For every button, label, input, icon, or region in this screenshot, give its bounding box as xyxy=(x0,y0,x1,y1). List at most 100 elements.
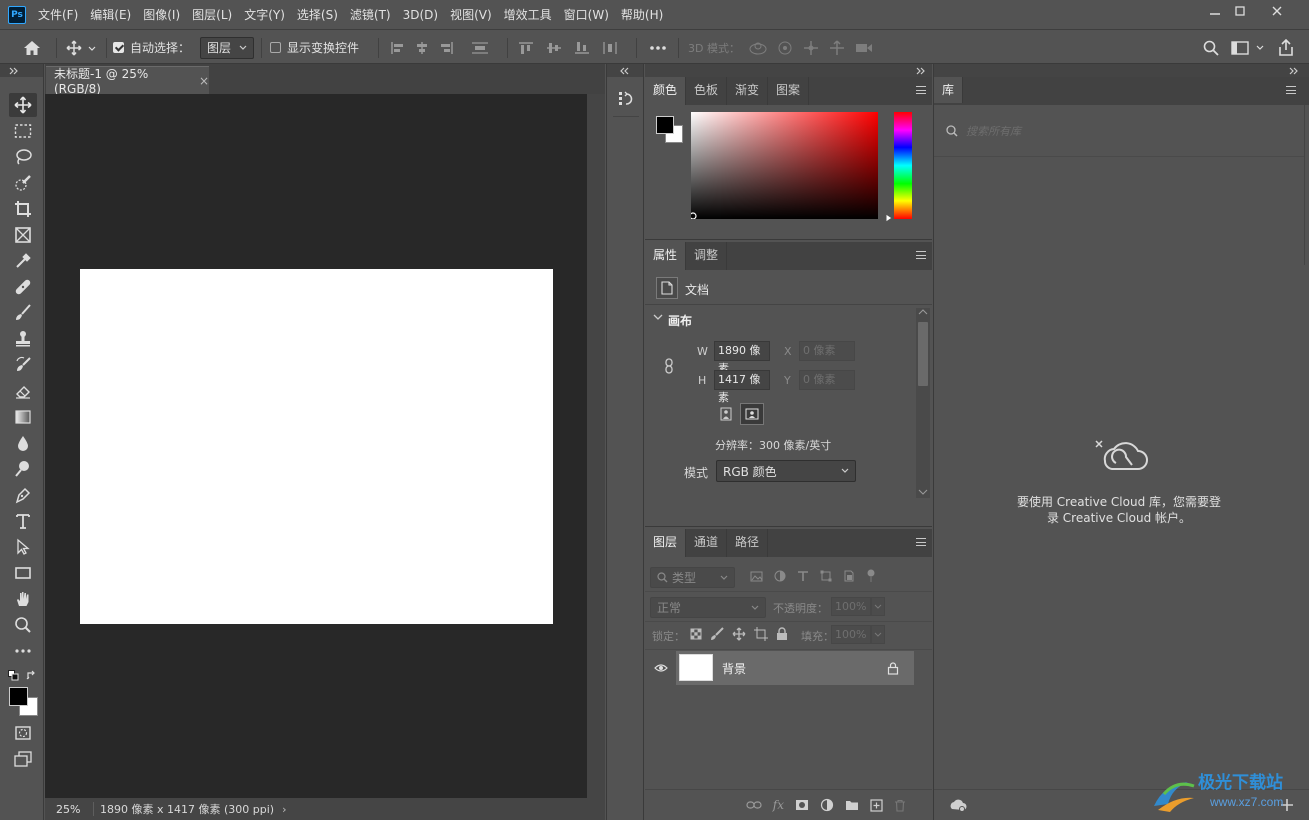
add-mask-icon[interactable] xyxy=(795,799,809,811)
tab-channels[interactable]: 通道 xyxy=(686,529,728,557)
align-top-icon[interactable] xyxy=(518,41,534,55)
zoom-tool[interactable] xyxy=(9,613,37,637)
scale-3d-camera-icon[interactable] xyxy=(854,40,874,56)
pan-3d-icon[interactable] xyxy=(802,40,820,56)
foreground-color-swatch[interactable] xyxy=(9,687,28,706)
close-tab-button[interactable]: × xyxy=(199,74,209,88)
lock-artboard-icon[interactable] xyxy=(754,627,768,641)
screen-mode-button[interactable] xyxy=(9,747,37,771)
lock-all-icon[interactable] xyxy=(776,627,788,641)
tab-libraries[interactable]: 库 xyxy=(934,77,964,103)
mini-panel-collapse-bar[interactable] xyxy=(607,64,643,77)
maximize-button[interactable] xyxy=(1223,0,1257,22)
pen-tool[interactable] xyxy=(9,483,37,507)
link-layers-icon[interactable] xyxy=(746,800,762,810)
hue-slider[interactable] xyxy=(893,112,913,219)
layer-name[interactable]: 背景 xyxy=(722,660,746,677)
quick-selection-tool[interactable] xyxy=(9,171,37,195)
vertical-scrollbar[interactable] xyxy=(587,94,605,798)
panel-foreground-swatch[interactable] xyxy=(656,116,674,134)
history-panel-button[interactable] xyxy=(615,88,637,110)
canvas-y-field[interactable]: 0 像素 xyxy=(799,370,855,390)
dodge-tool[interactable] xyxy=(9,457,37,481)
move-tool-preset[interactable] xyxy=(62,31,102,64)
new-layer-icon[interactable] xyxy=(870,798,883,812)
blur-tool[interactable] xyxy=(9,431,37,455)
auto-select-toggle[interactable]: 自动选择： xyxy=(113,31,195,64)
path-selection-tool[interactable] xyxy=(9,535,37,559)
adjustment-layer-filter-icon[interactable] xyxy=(774,570,786,582)
healing-brush-tool[interactable] xyxy=(9,275,37,299)
menu-help[interactable]: 帮助(H) xyxy=(615,0,669,30)
distribute-horizontal-icon[interactable] xyxy=(602,41,618,55)
align-center-icon[interactable] xyxy=(414,41,430,55)
document-canvas[interactable] xyxy=(80,269,553,624)
lasso-tool[interactable] xyxy=(9,145,37,169)
new-group-folder-icon[interactable] xyxy=(845,799,859,811)
swap-colors-button[interactable] xyxy=(26,670,37,681)
tab-adjustments[interactable]: 调整 xyxy=(686,242,728,270)
fill-dropdown-button[interactable] xyxy=(871,625,885,644)
document-tab[interactable]: 未标题-1 @ 25%(RGB/8) × xyxy=(46,66,209,96)
more-options-button[interactable] xyxy=(644,31,672,64)
cloud-sync-icon[interactable] xyxy=(949,798,967,812)
status-info-menu-button[interactable]: › xyxy=(282,803,286,816)
panels-collapse-bar[interactable] xyxy=(645,64,932,77)
shape-layer-filter-icon[interactable] xyxy=(820,570,832,582)
smart-object-filter-icon[interactable] xyxy=(843,570,855,582)
eraser-tool[interactable] xyxy=(9,379,37,403)
lock-position-icon[interactable] xyxy=(732,627,746,641)
menu-window[interactable]: 窗口(W) xyxy=(558,0,615,30)
tab-swatches[interactable]: 色板 xyxy=(686,77,728,105)
library-search[interactable]: 搜索所有库 xyxy=(934,105,1304,157)
layer-style-fx-icon[interactable]: fx xyxy=(773,798,784,812)
clone-stamp-tool[interactable] xyxy=(9,327,37,351)
menu-filter[interactable]: 滤镜(T) xyxy=(344,0,397,30)
align-right-icon[interactable] xyxy=(438,41,454,55)
align-middle-icon[interactable] xyxy=(546,41,562,55)
layer-row[interactable]: 背景 xyxy=(645,651,914,685)
tab-properties[interactable]: 属性 xyxy=(645,242,687,270)
menu-layer[interactable]: 图层(L) xyxy=(186,0,238,30)
default-colors-button[interactable] xyxy=(8,670,19,681)
properties-panel-menu-icon[interactable] xyxy=(916,251,926,259)
tab-patterns[interactable]: 图案 xyxy=(768,77,810,105)
align-left-icon[interactable] xyxy=(390,41,406,55)
tools-collapse-bar[interactable] xyxy=(0,64,43,77)
show-transform-checkbox[interactable] xyxy=(270,42,281,53)
distribute-vertical-icon[interactable] xyxy=(470,41,490,55)
history-brush-tool[interactable] xyxy=(9,353,37,377)
share-button[interactable] xyxy=(1272,31,1300,64)
pixel-layer-filter-icon[interactable] xyxy=(750,571,763,582)
workspace-switcher[interactable] xyxy=(1228,31,1268,64)
auto-select-checkbox[interactable] xyxy=(113,42,124,53)
home-button[interactable] xyxy=(12,31,52,64)
layers-panel-menu-icon[interactable] xyxy=(916,538,926,546)
landscape-orientation-button[interactable] xyxy=(740,403,764,425)
libraries-collapse-bar[interactable] xyxy=(934,64,1309,77)
lock-transparent-pixels-icon[interactable] xyxy=(690,628,702,640)
close-window-button[interactable] xyxy=(1260,0,1294,22)
move-tool[interactable] xyxy=(9,93,37,117)
canvas-height-field[interactable]: 1417 像素 xyxy=(714,370,770,404)
menu-file[interactable]: 文件(F) xyxy=(32,0,84,30)
brush-tool[interactable] xyxy=(9,301,37,325)
color-panel-menu-icon[interactable] xyxy=(916,86,926,94)
tab-layers[interactable]: 图层 xyxy=(645,529,687,557)
hand-tool[interactable] xyxy=(9,587,37,611)
roll-3d-icon[interactable] xyxy=(776,40,794,56)
tab-color[interactable]: 颜色 xyxy=(645,77,687,105)
slide-3d-icon[interactable] xyxy=(828,39,846,56)
menu-edit[interactable]: 编辑(E) xyxy=(84,0,137,30)
quick-mask-button[interactable] xyxy=(9,721,37,745)
fill-field[interactable]: 100% xyxy=(831,625,871,644)
opacity-dropdown-button[interactable] xyxy=(871,597,885,616)
add-library-item-icon[interactable] xyxy=(1280,798,1294,812)
search-button[interactable] xyxy=(1198,31,1224,64)
blend-mode-dropdown[interactable]: 正常 xyxy=(650,597,766,618)
canvas-x-field[interactable]: 0 像素 xyxy=(799,341,855,361)
filter-toggle-icon[interactable] xyxy=(866,569,876,583)
eyedropper-tool[interactable] xyxy=(9,249,37,273)
tab-gradients[interactable]: 渐变 xyxy=(727,77,769,105)
frame-tool[interactable] xyxy=(9,223,37,247)
